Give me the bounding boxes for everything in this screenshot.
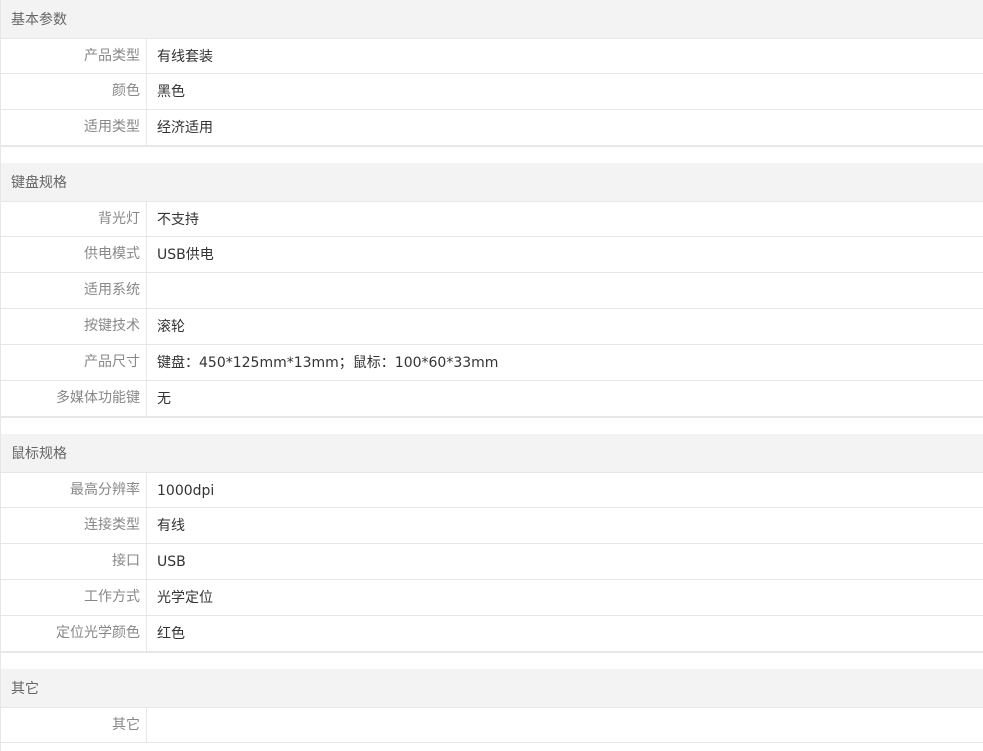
section-basic-params: 基本参数 产品类型 有线套装 颜色 黑色 适用类型 经济适用	[1, 0, 983, 163]
table-row: 按键技术 滚轮	[1, 309, 983, 345]
section-title: 其它	[11, 681, 39, 697]
row-value: USB	[157, 554, 186, 570]
section-divider	[1, 652, 983, 669]
table-row: 最高分辨率 1000dpi	[1, 472, 983, 508]
row-label: 适用类型	[1, 110, 147, 145]
section-title: 基本参数	[11, 12, 67, 28]
section-divider	[1, 146, 983, 163]
row-value	[147, 708, 983, 742]
table-row: 多媒体功能键 无	[1, 381, 983, 417]
row-label: 其它	[1, 708, 147, 742]
table-row: 适用系统	[1, 273, 983, 309]
row-value: 黑色	[157, 84, 185, 100]
row-value: 有线套装	[157, 49, 213, 65]
section-keyboard-specs: 键盘规格 背光灯 不支持 供电模式 USB供电 适用系统 按键技术 滚轮 产品尺…	[1, 163, 983, 434]
section-header: 键盘规格	[1, 163, 983, 201]
row-value: 不支持	[157, 212, 199, 228]
section-title: 鼠标规格	[11, 446, 67, 462]
row-value: 经济适用	[157, 120, 213, 136]
section-header: 其它	[1, 669, 983, 707]
row-value: 有线	[157, 518, 185, 534]
table-row: 定位光学颜色 红色	[1, 616, 983, 652]
table-row: 接口 USB	[1, 544, 983, 580]
section-other: 其它 其它	[1, 669, 983, 743]
row-label: 适用系统	[1, 273, 147, 308]
row-label: 多媒体功能键	[1, 381, 147, 416]
row-label: 最高分辨率	[1, 473, 147, 507]
row-value: 红色	[157, 626, 185, 642]
row-label: 工作方式	[1, 580, 147, 615]
row-value: 1000dpi	[157, 483, 215, 499]
row-label: 背光灯	[1, 202, 147, 236]
section-header: 鼠标规格	[1, 434, 983, 472]
section-mouse-specs: 鼠标规格 最高分辨率 1000dpi 连接类型 有线 接口 USB 工作方式 光…	[1, 434, 983, 669]
table-row: 背光灯 不支持	[1, 201, 983, 237]
table-row: 供电模式 USB供电	[1, 237, 983, 273]
row-value: USB供电	[157, 247, 214, 263]
row-label: 接口	[1, 544, 147, 579]
row-value: 滚轮	[157, 319, 185, 335]
table-row: 产品类型 有线套装	[1, 38, 983, 74]
table-row: 产品尺寸 键盘：450*125mm*13mm；鼠标：100*60*33mm	[1, 345, 983, 381]
row-label: 定位光学颜色	[1, 616, 147, 651]
spec-table: 基本参数 产品类型 有线套装 颜色 黑色 适用类型 经济适用 键盘规格 背光灯 …	[0, 0, 983, 751]
table-row: 其它	[1, 707, 983, 743]
section-divider	[1, 417, 983, 434]
row-label: 连接类型	[1, 508, 147, 543]
row-label: 产品类型	[1, 39, 147, 73]
row-value	[147, 273, 983, 308]
row-value: 光学定位	[157, 590, 213, 606]
row-value: 无	[157, 391, 171, 407]
row-value: 键盘：450*125mm*13mm；鼠标：100*60*33mm	[157, 355, 499, 371]
section-title: 键盘规格	[11, 175, 67, 191]
section-header: 基本参数	[1, 0, 983, 38]
row-label: 颜色	[1, 74, 147, 109]
row-label: 供电模式	[1, 237, 147, 272]
table-row: 颜色 黑色	[1, 74, 983, 110]
row-label: 按键技术	[1, 309, 147, 344]
table-row: 工作方式 光学定位	[1, 580, 983, 616]
row-label: 产品尺寸	[1, 345, 147, 380]
table-row: 适用类型 经济适用	[1, 110, 983, 146]
table-row: 连接类型 有线	[1, 508, 983, 544]
